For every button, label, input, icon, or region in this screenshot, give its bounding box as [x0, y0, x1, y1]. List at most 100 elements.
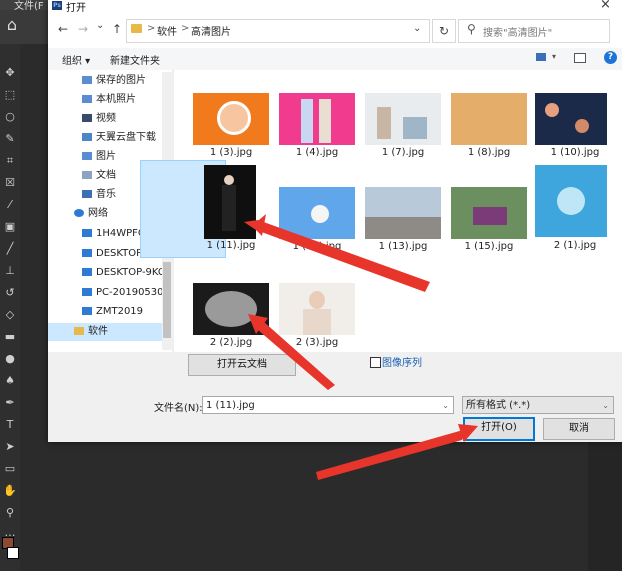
pen-tool-icon[interactable]: ✒ [0, 394, 20, 412]
dodge-tool-icon[interactable]: ♠ [0, 372, 20, 390]
file-item[interactable]: 2 (1).jpg [532, 160, 618, 256]
organize-button[interactable]: 组织 ▾ [62, 52, 90, 67]
file-name: 2 (3).jpg [295, 337, 339, 348]
filename-field[interactable]: 1 (11).jpg ⌄ [202, 396, 454, 414]
file-item[interactable]: 1 (7).jpg [360, 88, 446, 160]
breadcrumb-item-hd-images[interactable]: 高清图片 [191, 23, 231, 38]
file-item[interactable]: 1 (10).jpg [532, 88, 618, 160]
sidebar-scrollbar-thumb[interactable] [163, 262, 171, 338]
stamp-tool-icon[interactable]: ⊥ [0, 262, 20, 280]
quick-select-tool-icon[interactable]: ✎ [0, 130, 20, 148]
filename-dropdown-icon[interactable]: ⌄ [442, 397, 449, 415]
open-button[interactable]: 打开(O) [463, 417, 535, 441]
hand-tool-icon[interactable]: ✋ [0, 482, 20, 500]
search-icon: ⚲ [467, 22, 476, 36]
sidebar-item-network[interactable]: 网络 [74, 205, 108, 223]
gradient-tool-icon[interactable]: ▬ [0, 328, 20, 346]
brush-tool-icon[interactable]: ╱ [0, 240, 20, 258]
photoshop-app-icon: Ps [52, 1, 62, 10]
file-item[interactable]: 2 (3).jpg [274, 278, 360, 350]
eyedropper-tool-icon[interactable]: ⁄ [0, 196, 20, 214]
filename-label: 文件名(N): [154, 403, 203, 414]
sidebar-item-label: 天翼云盘下载 [96, 132, 156, 143]
healing-tool-icon[interactable]: ▣ [0, 218, 20, 236]
filename-value: 1 (11).jpg [206, 400, 255, 411]
sidebar-item-label: 视频 [96, 113, 116, 124]
download-folder-icon [82, 133, 92, 141]
sidebar-item-videos[interactable]: 视频 [82, 110, 116, 128]
new-folder-button[interactable]: 新建文件夹 [110, 52, 160, 67]
sidebar-item-software[interactable]: 软件 [48, 323, 162, 341]
sidebar-item-music[interactable]: 音乐 [82, 186, 116, 204]
open-cloud-document-button[interactable]: 打开云文档 [188, 354, 296, 376]
history-brush-tool-icon[interactable]: ↺ [0, 284, 20, 302]
file-item-selected[interactable]: 1 (11).jpg [188, 160, 274, 256]
forward-arrow-icon[interactable]: → [78, 22, 88, 36]
thumbnail-smoke-cloud [193, 283, 269, 335]
thumbnail-blue-rose [535, 165, 607, 237]
file-name: 1 (7).jpg [381, 147, 425, 158]
help-icon[interactable]: ? [604, 51, 617, 64]
sidebar-item-computer[interactable]: ZMT2019 [82, 303, 143, 321]
file-name: 1 (11).jpg [206, 240, 256, 251]
file-item[interactable]: 1 (8).jpg [446, 88, 532, 160]
file-type-dropdown-icon[interactable]: ⌄ [602, 397, 609, 415]
breadcrumb-separator: > [147, 23, 156, 34]
back-arrow-icon[interactable]: ← [58, 22, 68, 36]
image-sequence-checkbox[interactable] [370, 357, 381, 368]
eraser-tool-icon[interactable]: ◇ [0, 306, 20, 324]
computer-icon [82, 307, 92, 315]
sidebar-item-saved-pictures[interactable]: 保存的图片 [82, 72, 146, 90]
file-item[interactable]: 2 (2).jpg [188, 278, 274, 350]
thumbnail-family-table [365, 93, 441, 145]
address-dropdown-icon[interactable]: ⌄ [413, 23, 421, 34]
path-select-tool-icon[interactable]: ➤ [0, 438, 20, 456]
change-view-icon[interactable] [536, 53, 546, 61]
view-dropdown-icon[interactable]: ▾ [552, 52, 556, 61]
refresh-icon[interactable]: ↻ [432, 19, 456, 43]
breadcrumb-item-software[interactable]: 软件 [157, 23, 177, 38]
file-item[interactable]: 1 (4).jpg [274, 88, 360, 160]
sidebar-item-pictures[interactable]: 图片 [82, 148, 116, 166]
file-item[interactable]: 1 (15).jpg [446, 182, 532, 254]
pictures-folder-icon [82, 76, 92, 84]
move-tool-icon[interactable]: ✥ [0, 64, 20, 82]
thumbnail-woman-portrait [279, 283, 355, 335]
sidebar-item-computer[interactable]: PC-201905300 [82, 284, 170, 302]
file-name: 1 (15).jpg [464, 241, 514, 252]
sidebar-item-label: 保存的图片 [96, 75, 146, 86]
thumbnail-white-flowers [279, 187, 355, 239]
blur-tool-icon[interactable]: ● [0, 350, 20, 368]
home-icon[interactable]: ⌂ [0, 10, 24, 40]
background-color-swatch[interactable] [7, 547, 19, 559]
frame-tool-icon[interactable]: ☒ [0, 174, 20, 192]
marquee-tool-icon[interactable]: ⬚ [0, 86, 20, 104]
file-type-select[interactable]: 所有格式 (*.*) ⌄ [462, 396, 614, 414]
recent-locations-chevron-icon[interactable]: ⌄ [96, 20, 104, 31]
thumbnail-orange-slice [193, 93, 269, 145]
file-type-value: 所有格式 (*.*) [466, 400, 531, 411]
file-item[interactable]: 1 (13).jpg [360, 182, 446, 254]
file-name: 1 (13).jpg [378, 241, 428, 252]
search-input[interactable]: ⚲ 搜索"高清图片" [458, 19, 610, 43]
zoom-tool-icon[interactable]: ⚲ [0, 504, 20, 522]
preview-pane-icon[interactable] [574, 53, 586, 63]
address-bar[interactable]: > 软件 > 高清图片 ⌄ [126, 19, 430, 43]
crop-tool-icon[interactable]: ⌗ [0, 152, 20, 170]
type-tool-icon[interactable]: T [0, 416, 20, 434]
sidebar-item-documents[interactable]: 文档 [82, 167, 116, 185]
up-arrow-icon[interactable]: ↑ [112, 22, 122, 36]
cancel-button[interactable]: 取消 [543, 418, 615, 440]
file-item[interactable]: 1 (12).jpg [274, 182, 360, 254]
lasso-tool-icon[interactable]: ○ [0, 108, 20, 126]
network-icon [74, 209, 84, 217]
sidebar-item-cloud-downloads[interactable]: 天翼云盘下载 [82, 129, 156, 147]
shape-tool-icon[interactable]: ▭ [0, 460, 20, 478]
computer-icon [82, 268, 92, 276]
photoshop-menu-bar: 文件(F [0, 0, 50, 12]
search-placeholder: 搜索"高清图片" [483, 28, 553, 39]
file-item[interactable]: 1 (3).jpg [188, 88, 274, 160]
sidebar-item-camera-roll[interactable]: 本机照片 [82, 91, 136, 109]
sidebar-item-computer[interactable]: DESKTOP-9KC [82, 264, 165, 282]
close-icon[interactable]: × [600, 0, 611, 12]
